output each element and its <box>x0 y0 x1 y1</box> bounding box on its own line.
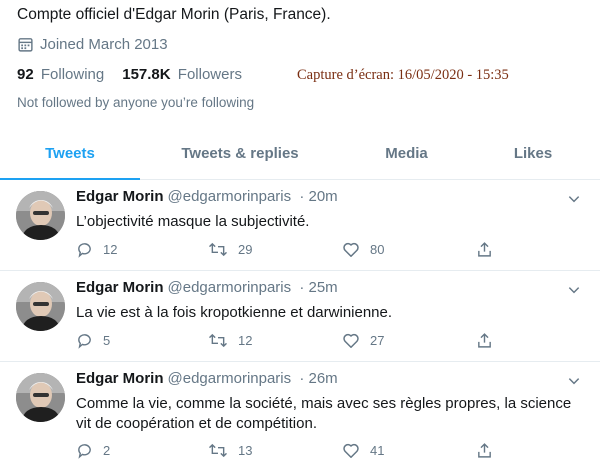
tab-likes[interactable]: Likes <box>473 131 593 179</box>
tweet-time[interactable]: · 25m <box>299 279 337 296</box>
tab-tweets[interactable]: Tweets <box>0 131 140 180</box>
follow-stats: 92 Following 157.8K Followers <box>17 66 242 83</box>
reply-button[interactable]: 5 <box>76 332 110 349</box>
share-icon <box>478 333 491 348</box>
retweet-button[interactable]: 13 <box>208 442 252 459</box>
tab-tweets-replies[interactable]: Tweets & replies <box>140 131 340 179</box>
reply-button[interactable]: 2 <box>76 442 110 459</box>
following-label: Following <box>40 66 105 83</box>
like-count: 80 <box>370 242 385 257</box>
author-name[interactable]: Edgar Morin <box>76 188 164 205</box>
avatar[interactable] <box>16 373 65 422</box>
author-name[interactable]: Edgar Morin <box>76 370 164 387</box>
reply-button[interactable]: 12 <box>76 241 117 258</box>
capture-timestamp: Capture d’écran: 16/05/2020 - 15:35 <box>297 67 509 83</box>
reply-count: 5 <box>103 333 111 348</box>
reply-count: 12 <box>103 242 118 257</box>
tweet-text: L’objectivité masque la subjectivité. <box>76 213 310 230</box>
retweet-icon <box>208 242 228 257</box>
joined-label: Joined March 2013 <box>40 36 168 53</box>
like-count: 41 <box>370 443 385 458</box>
chevron-down-icon[interactable] <box>567 374 581 388</box>
tweet-text: Comme la vie, comme la société, mais ave… <box>76 395 572 432</box>
calendar-icon <box>18 38 33 52</box>
joined-date: Joined March 2013 <box>17 36 168 53</box>
author-handle[interactable]: @edgarmorinparis <box>168 188 292 205</box>
retweet-icon <box>208 443 228 458</box>
share-icon <box>478 443 491 458</box>
chevron-down-icon[interactable] <box>567 283 581 297</box>
reply-icon <box>78 243 91 258</box>
share-button[interactable] <box>476 332 503 349</box>
reply-icon <box>78 334 91 349</box>
followers-count: 157.8K <box>122 66 171 83</box>
followers-link[interactable]: 157.8K Followers <box>122 66 242 83</box>
retweet-count: 12 <box>238 333 253 348</box>
tweet-time[interactable]: · 26m <box>299 370 337 387</box>
avatar[interactable] <box>16 191 65 240</box>
retweet-count: 13 <box>238 443 253 458</box>
heart-icon <box>343 443 359 458</box>
tweet-time[interactable]: · 20m <box>299 188 337 205</box>
like-button[interactable]: 80 <box>342 241 384 258</box>
share-icon <box>478 242 491 257</box>
retweet-count: 29 <box>238 242 253 257</box>
profile-tabs: Tweets Tweets & replies Media Likes <box>0 131 600 180</box>
tweet[interactable]: Edgar Morin @edgarmorinparis · 26m Comme … <box>0 362 600 471</box>
author-handle[interactable]: @edgarmorinparis <box>168 370 292 387</box>
reply-icon <box>78 444 91 459</box>
tweet-actions: 2 13 41 <box>76 442 496 462</box>
like-count: 27 <box>370 333 385 348</box>
not-followed-note: Not followed by anyone you’re following <box>17 95 255 110</box>
chevron-down-icon[interactable] <box>567 192 581 206</box>
tweet-text: La vie est à la fois kropotkienne et dar… <box>76 304 393 321</box>
tab-media[interactable]: Media <box>340 131 473 179</box>
tweet[interactable]: Edgar Morin @edgarmorinparis · 20m L’obje… <box>0 180 600 271</box>
author-handle[interactable]: @edgarmorinparis <box>168 279 292 296</box>
tweet-actions: 12 29 80 <box>76 241 496 261</box>
tweet[interactable]: Edgar Morin @edgarmorinparis · 25m La vie… <box>0 271 600 362</box>
following-link[interactable]: 92 Following <box>17 66 104 83</box>
like-button[interactable]: 27 <box>342 332 384 349</box>
like-button[interactable]: 41 <box>342 442 384 459</box>
retweet-icon <box>208 333 228 348</box>
share-button[interactable] <box>476 241 503 258</box>
heart-icon <box>343 242 359 257</box>
following-count: 92 <box>17 66 34 83</box>
share-button[interactable] <box>476 442 503 459</box>
avatar[interactable] <box>16 282 65 331</box>
tweet-actions: 5 12 27 <box>76 332 496 352</box>
followers-label: Followers <box>177 66 242 83</box>
heart-icon <box>343 333 359 348</box>
profile-bio: Compte officiel d'Edgar Morin (Paris, Fr… <box>17 6 331 23</box>
reply-count: 2 <box>103 443 111 458</box>
author-name[interactable]: Edgar Morin <box>76 279 164 296</box>
retweet-button[interactable]: 29 <box>208 241 252 258</box>
retweet-button[interactable]: 12 <box>208 332 252 349</box>
